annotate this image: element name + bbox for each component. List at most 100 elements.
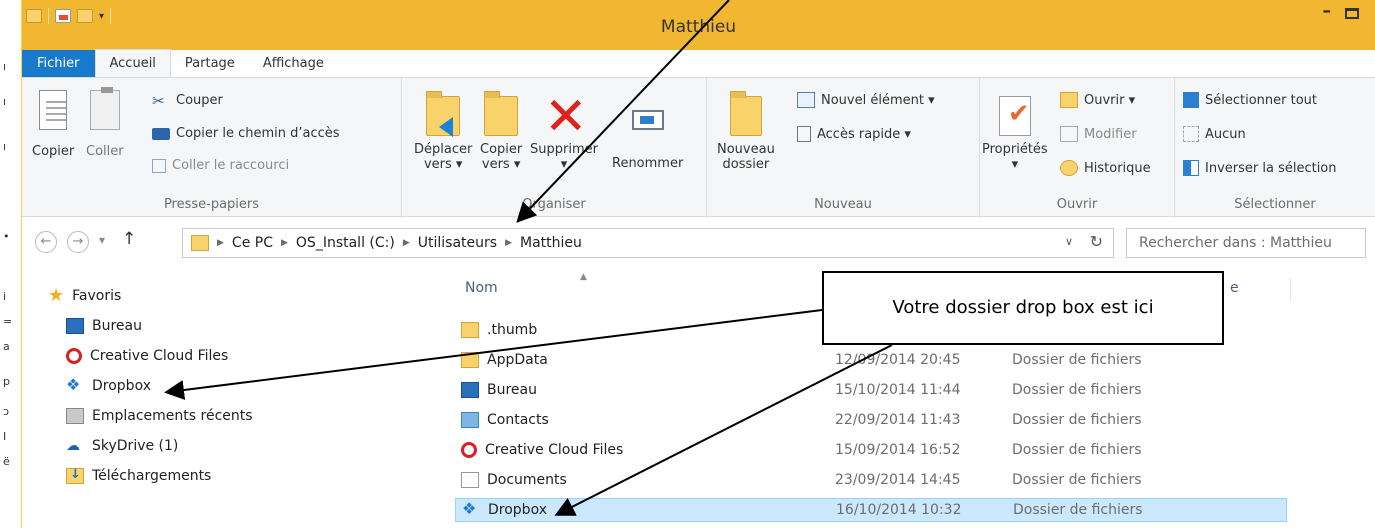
column-header-type[interactable]: e <box>1230 280 1239 296</box>
title-bar: ▾ Matthieu – <box>22 0 1375 50</box>
nav-favoris[interactable]: ★ Favoris <box>48 285 121 306</box>
paste-shortcut-button[interactable]: Coller le raccourci <box>152 158 289 173</box>
folder-icon <box>191 235 209 251</box>
breadcrumb-separator: ▶ <box>402 238 410 248</box>
background-document-edge: ııı • i = apɔ Ië <box>0 0 22 528</box>
breadcrumb-matthieu[interactable]: Matthieu <box>520 235 582 251</box>
group-new: Nouveau dossier Nouvel élément ▾ Accès r… <box>707 78 980 218</box>
forward-button[interactable]: → <box>67 231 89 253</box>
new-item-icon <box>797 92 815 108</box>
edit-icon <box>1060 126 1078 142</box>
navigation-pane: ★ Favoris Bureau Creative Cloud Files ❖ … <box>22 270 422 528</box>
properties-button[interactable]: Propriétés ▾ <box>982 96 1048 172</box>
list-item[interactable]: Contacts 22/09/2014 11:43 Dossier de fic… <box>455 408 1287 432</box>
copy-path-icon <box>152 127 170 140</box>
annotation-callout: Votre dossier drop box est ici <box>822 271 1224 345</box>
tab-accueil[interactable]: Accueil <box>94 49 171 77</box>
documents-icon <box>461 472 479 488</box>
group-clipboard: Copier Coller ✂ Couper Copier le chemin … <box>22 78 402 218</box>
group-label-select: Sélectionner <box>1234 197 1316 212</box>
refresh-icon[interactable]: ↻ <box>1090 232 1103 251</box>
rename-button[interactable]: Renommer <box>612 96 683 171</box>
group-organize: Déplacer vers ▾ Copier vers ▾ ✕ Supprime… <box>402 78 707 218</box>
move-to-button[interactable]: Déplacer vers ▾ <box>414 91 472 172</box>
tab-fichier[interactable]: Fichier <box>22 50 95 77</box>
search-input[interactable]: Rechercher dans : Matthieu <box>1126 228 1366 258</box>
column-separator[interactable] <box>1290 278 1291 302</box>
address-dropdown-icon[interactable]: ∨ <box>1065 235 1073 248</box>
copy-path-button[interactable]: Copier le chemin d’accès <box>152 126 340 141</box>
breadcrumb-separator: ▶ <box>217 238 224 248</box>
creative-cloud-icon <box>461 442 477 458</box>
dropbox-icon: ❖ <box>66 375 81 394</box>
desktop-folder-icon <box>461 382 479 398</box>
dropbox-icon: ❖ <box>462 499 477 518</box>
ribbon: Copier Coller ✂ Couper Copier le chemin … <box>22 77 1375 218</box>
copy-icon <box>39 90 68 130</box>
list-item[interactable]: Documents 23/09/2014 14:45 Dossier de fi… <box>455 468 1287 492</box>
group-label-new: Nouveau <box>814 197 872 212</box>
nav-item-recent-places[interactable]: Emplacements récents <box>66 408 253 424</box>
contacts-icon <box>461 412 479 428</box>
new-folder-button[interactable]: Nouveau dossier <box>717 91 775 172</box>
breadcrumb-separator: ▶ <box>280 238 288 248</box>
address-bar[interactable]: ▶ Ce PC ▶ OS_Install (C:) ▶ Utilisateurs… <box>182 228 1114 258</box>
recent-places-icon <box>66 408 84 424</box>
back-button[interactable]: ← <box>35 231 57 253</box>
open-button[interactable]: Ouvrir ▾ <box>1060 92 1135 108</box>
maximize-button[interactable] <box>1345 8 1359 19</box>
sort-indicator-icon: ▲ <box>580 272 587 282</box>
group-label-clipboard: Presse-papiers <box>163 197 260 212</box>
skydrive-icon: ☁ <box>66 438 80 454</box>
breadcrumb-ce-pc[interactable]: Ce PC <box>232 235 273 251</box>
navigation-bar: ← → ▾ ↑ ▶ Ce PC ▶ OS_Install (C:) ▶ Util… <box>22 225 1375 261</box>
nav-item-skydrive[interactable]: ☁ SkyDrive (1) <box>66 438 178 454</box>
list-item[interactable]: Creative Cloud Files 15/09/2014 16:52 Do… <box>455 438 1287 462</box>
scissors-icon: ✂ <box>152 92 165 110</box>
paste-icon <box>89 87 120 130</box>
folder-icon <box>461 322 479 338</box>
history-button[interactable]: Historique <box>1060 160 1151 176</box>
breadcrumb-os-install[interactable]: OS_Install (C:) <box>296 235 395 251</box>
copy-to-button[interactable]: Copier vers ▾ <box>480 91 522 172</box>
new-item-button[interactable]: Nouvel élément ▾ <box>797 92 935 108</box>
group-label-open: Ouvrir <box>1056 197 1098 212</box>
nav-item-telechargements[interactable]: Téléchargements <box>66 467 211 484</box>
select-none-button[interactable]: Aucun <box>1183 126 1246 142</box>
tab-partage[interactable]: Partage <box>171 50 249 77</box>
select-all-icon <box>1183 92 1199 108</box>
paste-button[interactable]: Coller <box>86 87 124 159</box>
nav-item-bureau[interactable]: Bureau <box>66 318 142 334</box>
history-icon <box>1060 160 1078 176</box>
rename-icon <box>631 110 664 130</box>
list-item-selected[interactable]: ❖ Dropbox 16/10/2014 10:32 Dossier de fic… <box>455 498 1287 522</box>
creative-cloud-icon <box>66 348 82 364</box>
star-icon: ★ <box>48 285 65 306</box>
nav-item-creative-cloud[interactable]: Creative Cloud Files <box>66 348 228 364</box>
delete-icon: ✕ <box>543 87 588 147</box>
select-all-button[interactable]: Sélectionner tout <box>1183 92 1317 108</box>
easy-access-icon <box>797 126 811 142</box>
cut-button[interactable]: ✂ Couper <box>152 92 223 110</box>
edit-button[interactable]: Modifier <box>1060 126 1137 142</box>
group-select: Sélectionner tout Aucun Inverser la séle… <box>1175 78 1375 218</box>
paste-shortcut-icon <box>152 158 166 173</box>
up-button[interactable]: ↑ <box>122 229 136 249</box>
tab-affichage[interactable]: Affichage <box>249 50 338 77</box>
breadcrumb-utilisateurs[interactable]: Utilisateurs <box>418 235 497 251</box>
copy-button[interactable]: Copier <box>32 90 74 159</box>
recent-locations-button[interactable]: ▾ <box>99 233 105 247</box>
easy-access-button[interactable]: Accès rapide ▾ <box>797 126 911 142</box>
invert-selection-button[interactable]: Inverser la sélection <box>1183 160 1337 176</box>
nav-item-dropbox[interactable]: ❖ Dropbox <box>66 375 151 395</box>
delete-button[interactable]: ✕ Supprimer ▾ <box>530 87 598 172</box>
select-none-icon <box>1183 126 1199 142</box>
list-item[interactable]: AppData 12/09/2014 20:45 Dossier de fich… <box>455 348 1287 372</box>
downloads-icon <box>66 467 84 484</box>
desktop-icon <box>66 318 84 334</box>
minimize-button[interactable]: – <box>1323 1 1332 21</box>
copy-to-icon <box>484 91 519 136</box>
open-icon <box>1060 92 1078 108</box>
list-item[interactable]: Bureau 15/10/2014 11:44 Dossier de fichi… <box>455 378 1287 402</box>
column-header-name[interactable]: Nom <box>465 280 498 296</box>
